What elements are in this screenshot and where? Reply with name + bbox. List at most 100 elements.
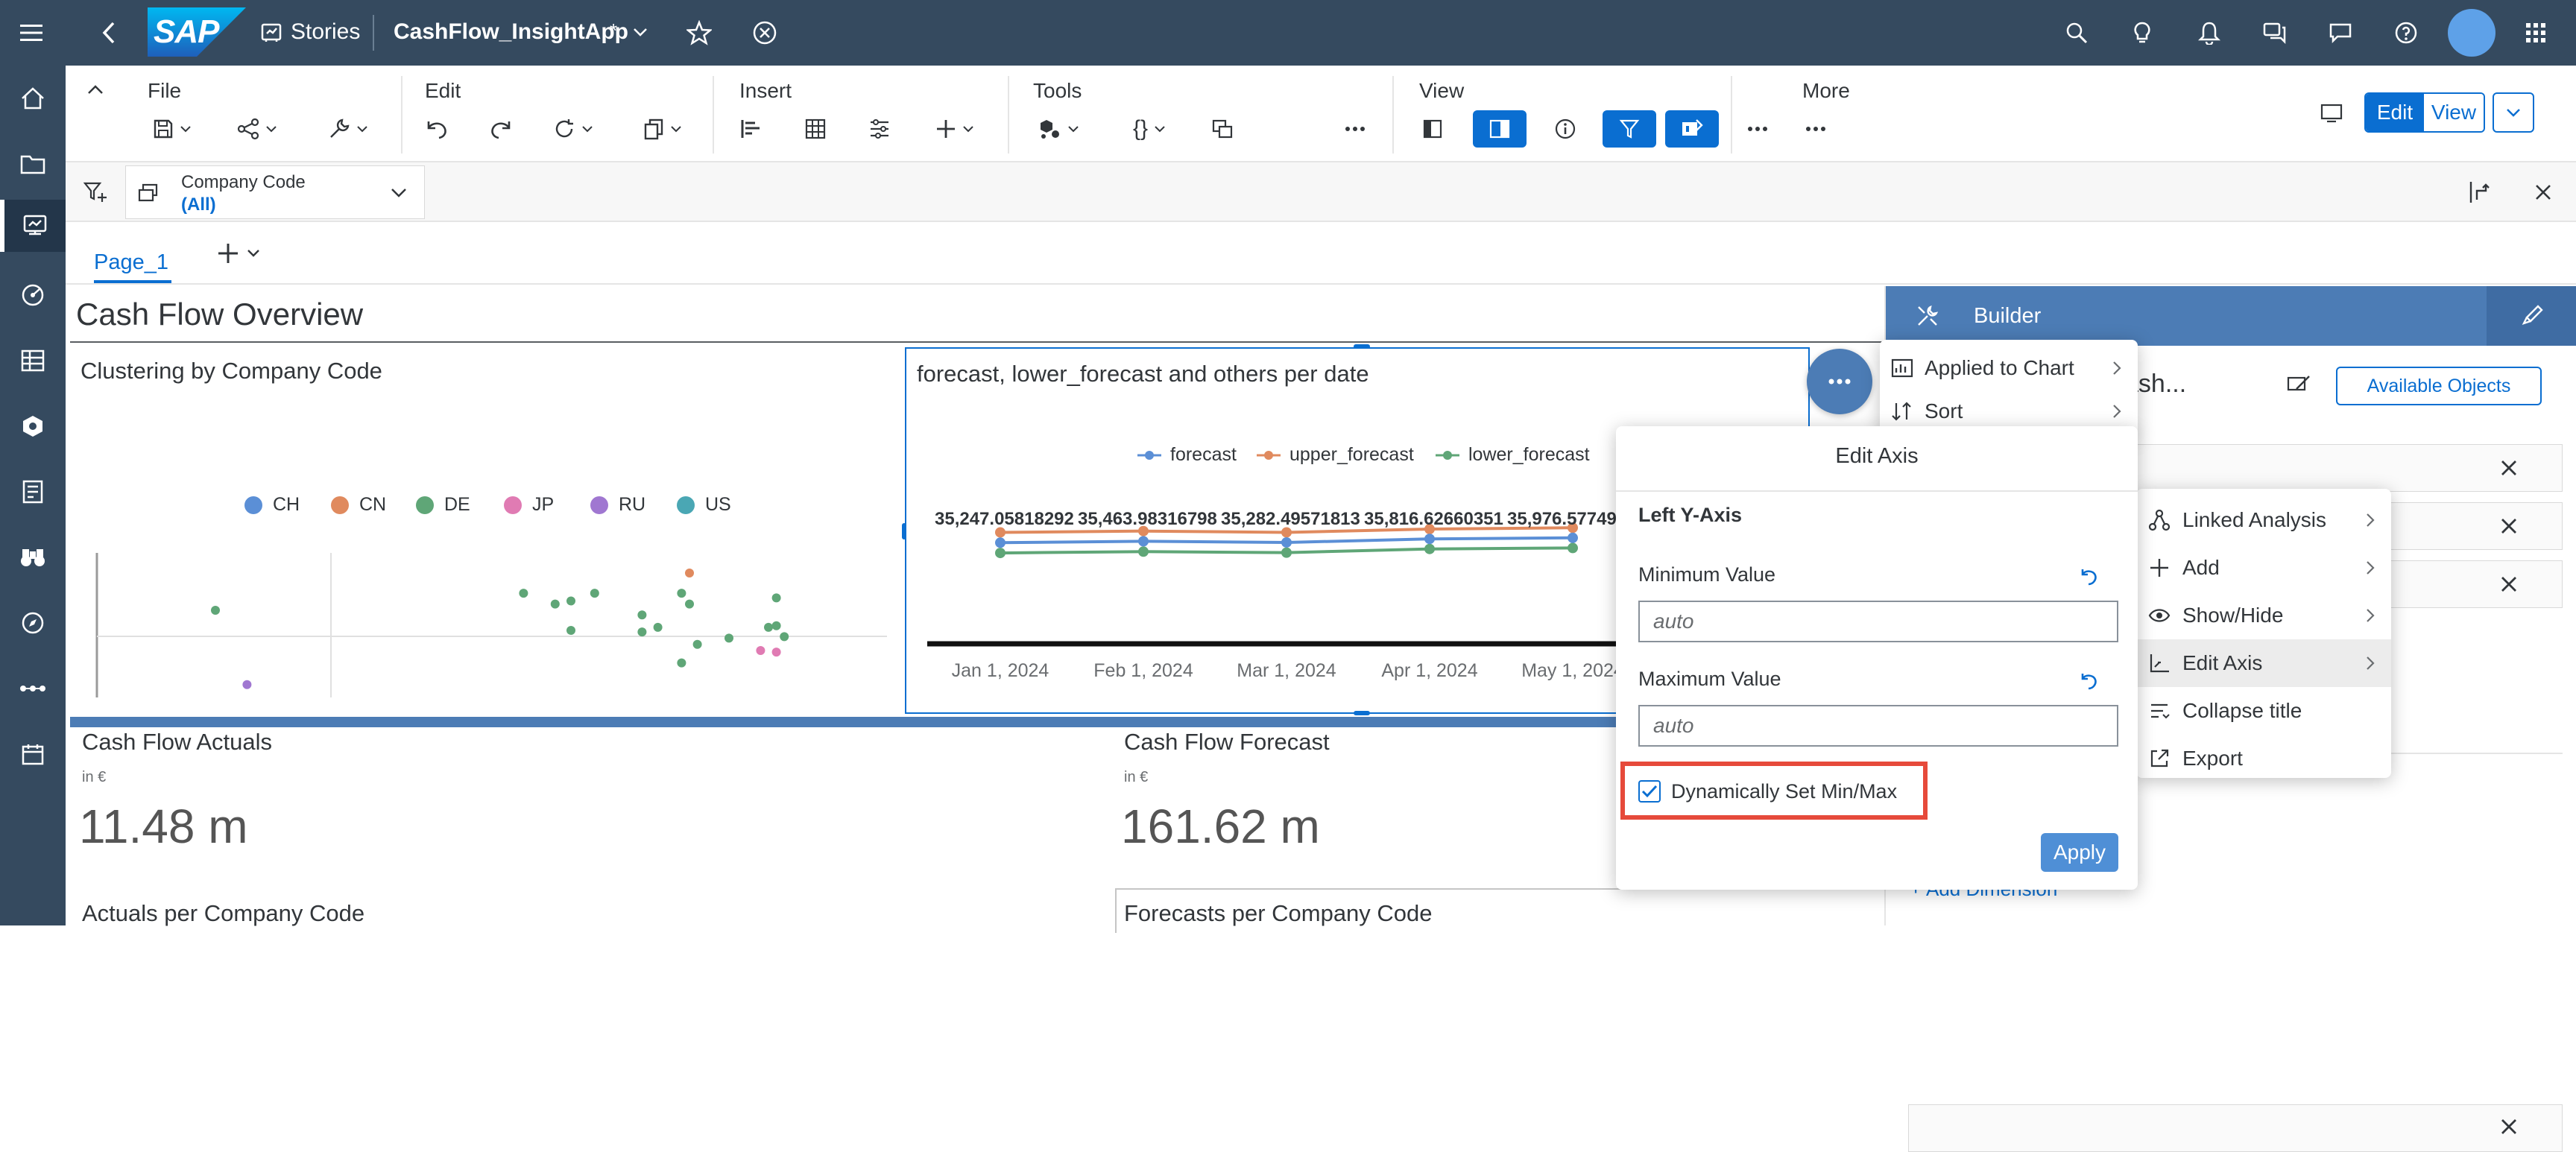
back-icon[interactable]	[94, 18, 124, 48]
view-mode-button[interactable]: View	[2424, 94, 2484, 131]
scatter-point[interactable]	[637, 610, 647, 620]
chevron-down-icon[interactable]	[388, 186, 409, 200]
scatter-point[interactable]	[780, 632, 789, 642]
resize-handle-bottom[interactable]	[1354, 711, 1370, 715]
formula-braces-icon[interactable]: {}	[1120, 110, 1179, 148]
search-icon[interactable]	[2062, 18, 2092, 48]
scatter-point[interactable]	[771, 593, 781, 603]
scatter-point[interactable]	[211, 605, 220, 615]
dynamic-min-max-checkbox-row[interactable]: Dynamically Set Min/Max	[1638, 776, 1922, 806]
insert-input-control-icon[interactable]	[863, 110, 896, 148]
reset-icon[interactable]	[2075, 563, 2102, 590]
home-icon[interactable]	[16, 82, 49, 115]
more-actions-button[interactable]	[1807, 349, 1872, 414]
stories-nav-icon[interactable]	[0, 200, 66, 252]
data-point[interactable]	[1138, 546, 1149, 557]
reset-icon[interactable]	[2075, 668, 2102, 694]
designer-icon[interactable]	[2284, 370, 2314, 399]
predictive-scenario-icon[interactable]	[1029, 110, 1088, 148]
info-icon[interactable]	[1549, 110, 1582, 148]
tab-page-1[interactable]: Page_1	[94, 234, 171, 283]
scatter-point[interactable]	[692, 639, 702, 649]
mode-dropdown-button[interactable]	[2493, 92, 2534, 133]
refresh-icon[interactable]	[547, 110, 599, 148]
scatter-plot[interactable]	[70, 343, 908, 697]
data-point[interactable]	[995, 548, 1006, 559]
modeler-cube-icon[interactable]	[16, 410, 49, 443]
scatter-point[interactable]	[566, 596, 575, 606]
sap-logo[interactable]: SAP	[148, 7, 246, 57]
page-title[interactable]: Cash Flow Overview	[76, 297, 363, 332]
resize-handle-top[interactable]	[1354, 344, 1370, 349]
right-panel-icon[interactable]	[1473, 110, 1527, 148]
scatter-point[interactable]	[637, 627, 647, 637]
remove-icon[interactable]	[2498, 1116, 2522, 1140]
more-view-overflow-icon[interactable]	[1741, 110, 1774, 148]
data-point[interactable]	[1424, 543, 1435, 554]
builder-tools-icon[interactable]	[1913, 301, 1942, 331]
digital-boardroom-compass-icon[interactable]	[16, 607, 49, 639]
undo-icon[interactable]	[420, 110, 453, 148]
analytic-applications-icon[interactable]	[16, 279, 49, 311]
menu-item-edit-axis[interactable]: Edit Axis	[2136, 639, 2391, 687]
menu-item-show-hide[interactable]: Show/Hide	[2136, 592, 2391, 639]
left-panel-icon[interactable]	[1416, 110, 1449, 148]
scatter-point[interactable]	[566, 626, 575, 635]
help-icon[interactable]	[2391, 18, 2421, 48]
user-avatar[interactable]	[2448, 9, 2496, 57]
favorite-star-icon[interactable]	[683, 16, 716, 49]
data-point[interactable]	[995, 537, 1006, 548]
add-filter-icon[interactable]	[80, 177, 110, 207]
add-page-button[interactable]	[209, 238, 268, 268]
edit-mode-button[interactable]: Edit	[2366, 94, 2424, 131]
scatter-point[interactable]	[677, 658, 686, 668]
clustering-chart-widget[interactable]: Clustering by Company Code CH CN DE JP RU US	[70, 343, 908, 697]
insert-add-icon[interactable]	[929, 110, 981, 148]
device-preview-icon[interactable]	[2315, 97, 2348, 130]
feedback-icon[interactable]	[2326, 18, 2355, 48]
calendar-icon[interactable]	[16, 738, 49, 770]
available-objects-button[interactable]: Available Objects	[2336, 367, 2542, 405]
menu-item-export[interactable]: Export	[2136, 735, 2391, 782]
notifications-bell-icon[interactable]	[2194, 18, 2224, 48]
save-icon[interactable]	[146, 110, 198, 148]
stories-icon[interactable]	[256, 18, 286, 48]
company-code-filter[interactable]: Company Code (All)	[125, 165, 425, 219]
collapse-toolbar-icon[interactable]	[83, 77, 107, 101]
resize-handle-left[interactable]	[902, 523, 906, 539]
insert-table-icon[interactable]	[799, 110, 832, 148]
scatter-point[interactable]	[519, 589, 528, 598]
menu-item-add[interactable]: Add	[2136, 544, 2391, 592]
data-point[interactable]	[1568, 532, 1578, 543]
scatter-point[interactable]	[550, 599, 560, 609]
remove-icon[interactable]	[2498, 574, 2522, 598]
data-point[interactable]	[1138, 536, 1149, 547]
scatter-point[interactable]	[590, 589, 599, 598]
discussions-icon[interactable]	[2260, 18, 2290, 48]
menu-item-linked-analysis[interactable]: Linked Analysis	[2136, 496, 2391, 544]
close-story-icon[interactable]	[748, 16, 781, 49]
more-tools-overflow-icon[interactable]	[1339, 110, 1371, 148]
remove-icon[interactable]	[2498, 516, 2522, 539]
edit-view-toggle[interactable]: Edit View	[2364, 92, 2485, 133]
explorer-binoculars-icon[interactable]	[16, 541, 49, 574]
arrange-icon[interactable]	[1206, 110, 1239, 148]
data-point[interactable]	[1424, 534, 1435, 545]
scatter-point[interactable]	[677, 589, 686, 598]
scatter-point[interactable]	[685, 569, 694, 578]
data-point[interactable]	[1281, 537, 1292, 548]
builder-field[interactable]	[1908, 1104, 2563, 1152]
copy-icon[interactable]	[637, 110, 689, 148]
linked-analysis-icon[interactable]	[2464, 177, 2494, 207]
menu-item-collapse-title[interactable]: Collapse title	[2136, 687, 2391, 735]
scatter-point[interactable]	[242, 680, 252, 689]
share-icon[interactable]	[231, 110, 283, 148]
files-folder-icon[interactable]	[16, 148, 49, 180]
app-grid-icon[interactable]	[2521, 18, 2551, 48]
insert-chart-icon[interactable]	[735, 110, 768, 148]
close-filter-bar-icon[interactable]	[2530, 179, 2557, 206]
scatter-point[interactable]	[764, 622, 773, 632]
scatter-point[interactable]	[653, 622, 663, 632]
dynamic-min-max-checkbox[interactable]	[1638, 780, 1661, 803]
scatter-point[interactable]	[756, 646, 765, 656]
